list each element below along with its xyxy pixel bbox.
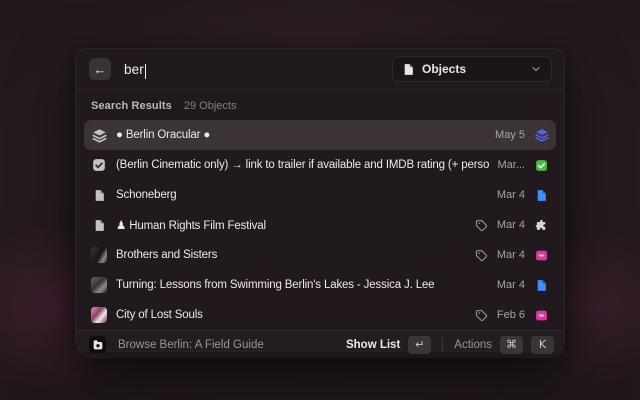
media-object-icon	[534, 308, 549, 323]
result-row-brothers-and-sisters[interactable]: Brothers and Sisters Mar 4	[84, 240, 556, 270]
result-date: Mar 4	[497, 219, 525, 231]
filter-label: Objects	[422, 62, 523, 76]
k-keycap[interactable]: K	[531, 336, 554, 354]
footer-bar: Browse Berlin: A Field Guide Show List ↵…	[76, 330, 564, 358]
tag-icon	[475, 249, 488, 262]
puzzle-object-icon	[534, 218, 549, 233]
result-row-berlin-oracular[interactable]: ● Berlin Oracular ● May 5	[84, 120, 556, 150]
enter-keycap[interactable]: ↵	[408, 336, 431, 354]
results-header: Search Results 29 Objects	[76, 90, 564, 118]
result-row-city-of-lost-souls[interactable]: City of Lost Souls Feb 6	[84, 300, 556, 330]
result-date: Mar 4	[497, 249, 525, 261]
result-title: (Berlin Cinematic only) → link to traile…	[116, 159, 489, 171]
space-logo-icon	[89, 336, 106, 353]
result-title: Turning: Lessons from Swimming Berlin's …	[116, 279, 489, 291]
result-title: Brothers and Sisters	[116, 249, 467, 261]
chevron-down-icon	[530, 63, 542, 75]
page-icon	[91, 187, 107, 203]
result-date: Mar 4	[497, 279, 525, 291]
checkbox-icon	[91, 157, 107, 173]
page-object-icon	[534, 278, 549, 293]
result-row-human-rights-film-festival[interactable]: ♟ Human Rights Film Festival Mar 4	[84, 210, 556, 240]
page-object-icon	[534, 188, 549, 203]
results-title: Search Results	[91, 100, 172, 112]
objects-filter-dropdown[interactable]: Objects	[392, 56, 552, 82]
cmd-keycap[interactable]: ⌘	[500, 336, 523, 354]
result-date: May 5	[495, 129, 525, 141]
cover-thumbnail	[91, 247, 107, 263]
search-palette-window: ← ber Objects Search Results 29 Objects	[75, 48, 565, 352]
desktop-background: ← ber Objects Search Results 29 Objects	[0, 0, 640, 400]
space-name: Browse Berlin: A Field Guide	[118, 339, 346, 351]
results-list: ● Berlin Oracular ● May 5 (Berlin Cinema…	[76, 118, 564, 330]
result-row-turning-lessons[interactable]: Turning: Lessons from Swimming Berlin's …	[84, 270, 556, 300]
result-title: City of Lost Souls	[116, 309, 467, 321]
page-icon	[91, 217, 107, 233]
result-title: Schoneberg	[116, 189, 489, 201]
search-bar: ← ber Objects	[76, 49, 564, 90]
result-row-berlin-cinematic[interactable]: (Berlin Cinematic only) → link to traile…	[84, 150, 556, 180]
result-date: Mar 4	[497, 189, 525, 201]
layers-icon	[91, 127, 107, 143]
layers-object-icon	[534, 128, 549, 143]
actions-button[interactable]: Actions	[454, 339, 492, 351]
search-query-text: ber	[124, 62, 144, 77]
file-icon	[402, 63, 415, 76]
search-input[interactable]: ber	[124, 62, 392, 77]
text-cursor	[145, 64, 147, 79]
result-date: Mar...	[497, 159, 525, 171]
back-button[interactable]: ←	[89, 58, 111, 80]
cover-thumbnail	[91, 277, 107, 293]
media-object-icon	[534, 248, 549, 263]
checkbox-object-icon	[534, 158, 549, 173]
result-title: ● Berlin Oracular ●	[116, 129, 487, 141]
result-date: Feb 6	[497, 309, 525, 321]
cover-thumbnail	[91, 307, 107, 323]
tag-icon	[475, 219, 488, 232]
results-count: 29 Objects	[184, 100, 237, 112]
result-row-schoneberg[interactable]: Schoneberg Mar 4	[84, 180, 556, 210]
back-arrow-icon: ←	[94, 62, 107, 77]
show-list-button[interactable]: Show List	[346, 339, 400, 351]
footer-divider	[442, 338, 443, 352]
tag-icon	[475, 309, 488, 322]
result-title: ♟ Human Rights Film Festival	[116, 218, 467, 232]
